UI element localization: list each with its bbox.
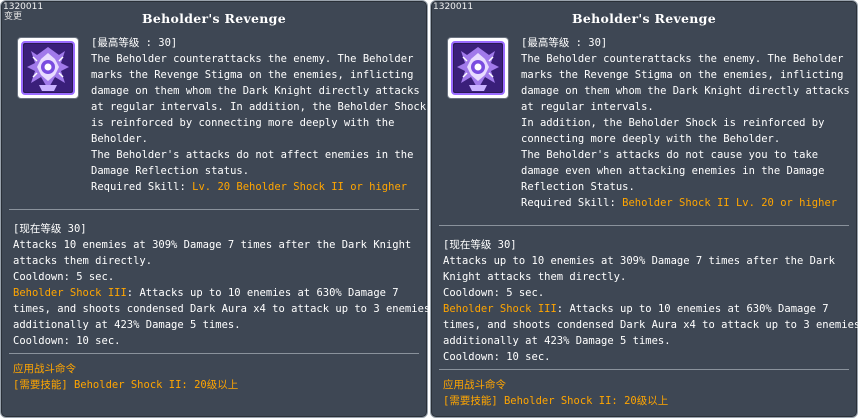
shock-line: times, and shoots condensed Dark Aura x4… (443, 319, 860, 331)
skill-tooltip-left: 1320011 变更 Beholder's Revenge [最高等级 : 30… (0, 0, 431, 418)
description-line: The Beholder counterattacks the enemy. T… (91, 53, 414, 65)
shock-line: Cooldown: 10 sec. (443, 351, 551, 363)
skill-title: Beholder's Revenge (142, 11, 286, 26)
required-skill: Required Skill: Lv. 20 Beholder Shock II… (91, 179, 421, 195)
required-skill-label: Required Skill: (91, 181, 193, 193)
description-line: at regular intervals. (521, 101, 654, 113)
shock-line: Beholder Shock III: Attacks up to 10 ene… (13, 285, 425, 301)
beholder-revenge-icon (451, 41, 505, 95)
description-line: is reinforced by connecting more deeply … (91, 117, 395, 129)
description-line: damage on them whom the Dark Knight dire… (91, 85, 420, 97)
footer-block: 应用战斗命令 [需要技能] Beholder Shock II: 20级以上 (13, 361, 238, 393)
skill-description: [最高等级 : 30] The Beholder counterattacks … (521, 35, 851, 211)
description-line: marks the Revenge Stigma on the enemies,… (91, 69, 414, 81)
stat-line: Attacks 10 enemies at 309% Damage 7 time… (13, 239, 412, 251)
max-level-header: [最高等级 : 30] (91, 37, 178, 49)
stat-line: Cooldown: 5 sec. (13, 271, 115, 283)
footer-block: 应用战斗命令 [需要技能] Beholder Shock II: 20级以上 (443, 377, 668, 409)
shock-line: times, and shoots condensed Dark Aura x4… (13, 303, 431, 315)
shock-line: Beholder Shock III: Attacks up to 10 ene… (443, 301, 855, 317)
description-line: In addition, the Beholder Shock is reinf… (521, 117, 825, 129)
apply-combat-orders: 应用战斗命令 (443, 379, 506, 391)
description-line: damage on them whom the Dark Knight dire… (521, 85, 850, 97)
description-line: at regular intervals. In addition, the B… (91, 101, 427, 113)
description-line: Beholder. (91, 133, 148, 145)
required-skill-label: Required Skill: (521, 197, 623, 209)
skill-icon-frame (17, 37, 79, 99)
description-line: Damage Reflection status. (91, 165, 250, 177)
shock-skill-name: Beholder Shock III (443, 303, 557, 315)
skill-title: Beholder's Revenge (572, 11, 716, 26)
divider (9, 209, 419, 210)
description-line: The Beholder's attacks do not cause you … (521, 149, 819, 161)
apply-combat-orders: 应用战斗命令 (13, 363, 76, 375)
shock-line: additionally at 423% Damage 5 times. (443, 335, 671, 347)
required-skill: Required Skill: Beholder Shock II Lv. 20… (521, 195, 851, 211)
description-line: damage even when attacking enemies in th… (521, 165, 825, 177)
description-line: Reflection Status. (521, 181, 635, 193)
skill-tooltip-right: 1320011 Beholder's Revenge [最高等级 : 30] T… (430, 0, 860, 418)
divider (439, 369, 849, 370)
required-skill-footer: [需要技能] Beholder Shock II: 20级以上 (443, 395, 669, 407)
stat-line: Cooldown: 5 sec. (443, 287, 545, 299)
shock-line: additionally at 423% Damage 5 times. (13, 319, 241, 331)
shock-skill-name: Beholder Shock III (13, 287, 127, 299)
stat-line: Knight attacks them directly. (443, 271, 627, 283)
shock-line-text: : Attacks up to 10 enemies at 630% Damag… (556, 303, 829, 315)
skill-icon-frame (447, 37, 509, 99)
description-line: marks the Revenge Stigma on the enemies,… (521, 69, 844, 81)
required-skill-value: Lv. 20 Beholder Shock II or higher (192, 181, 408, 193)
skill-description: [最高等级 : 30] The Beholder counterattacks … (91, 35, 427, 195)
current-level-header: [现在等级 30] (13, 223, 87, 235)
max-level-header: [最高等级 : 30] (521, 37, 608, 49)
description-line: The Beholder counterattacks the enemy. T… (521, 53, 844, 65)
stat-line: attacks them directly. (13, 255, 153, 267)
current-level-header: [现在等级 30] (443, 239, 517, 251)
current-level-block: [现在等级 30] Attacks up to 10 enemies at 30… (443, 237, 860, 365)
divider (439, 225, 849, 226)
description-line: The Beholder's attacks do not affect ene… (91, 149, 414, 161)
current-level-block: [现在等级 30] Attacks 10 enemies at 309% Dam… (13, 221, 431, 349)
description-line: connecting more deeply with the Beholder… (521, 133, 781, 145)
divider (9, 353, 419, 354)
required-skill-value: Beholder Shock II Lv. 20 or higher (622, 197, 838, 209)
stat-line: Attacks up to 10 enemies at 309% Damage … (443, 255, 835, 267)
shock-line-text: : Attacks up to 10 enemies at 630% Damag… (126, 287, 399, 299)
required-skill-footer: [需要技能] Beholder Shock II: 20级以上 (13, 379, 239, 391)
beholder-revenge-icon (21, 41, 75, 95)
shock-line: Cooldown: 10 sec. (13, 335, 121, 347)
